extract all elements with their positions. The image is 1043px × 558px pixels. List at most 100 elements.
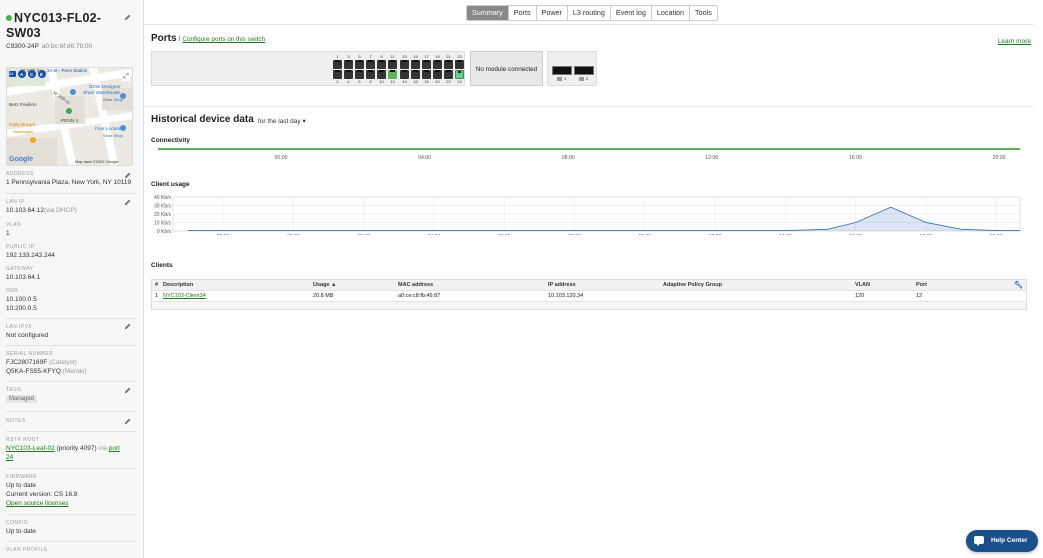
cell-port: 12: [916, 293, 923, 299]
switch-port-20[interactable]: [433, 70, 442, 79]
divider: [6, 411, 136, 412]
tab-summary[interactable]: Summary: [467, 6, 509, 20]
rstp-port-link[interactable]: port: [109, 445, 120, 452]
device-model: C9300-24P: [6, 43, 39, 50]
vlan-profile-section: VLAN PROFILE: [6, 547, 136, 554]
edit-notes-icon[interactable]: [125, 418, 131, 424]
sfp-block: 1 2: [547, 51, 597, 86]
switch-port-11[interactable]: [388, 60, 397, 69]
switch-port-1[interactable]: [333, 60, 342, 69]
lan-ip-sub: (via DHCP): [43, 207, 77, 214]
cell-number: 1: [155, 293, 159, 299]
tab-event-log[interactable]: Event log: [610, 6, 652, 20]
switch-port-7[interactable]: [366, 60, 375, 69]
lan-ipv6-value: Not configured: [6, 332, 49, 339]
open-source-licenses-link[interactable]: Open source licenses: [6, 500, 69, 507]
learn-more-link[interactable]: Learn more: [998, 38, 1031, 45]
col-ip[interactable]: IP address: [548, 280, 576, 291]
edit-tags-icon[interactable]: [125, 387, 131, 393]
configure-ports-link[interactable]: Configure ports on this switch: [182, 36, 265, 43]
tag-managed[interactable]: Managed: [6, 395, 38, 403]
tab-l3-routing[interactable]: L3 routing: [567, 6, 611, 20]
switch-port-6[interactable]: [355, 70, 364, 79]
switch-port-10[interactable]: [377, 70, 386, 79]
edit-name-icon[interactable]: [125, 14, 131, 20]
switch-port-23[interactable]: [455, 60, 464, 69]
table-row[interactable]: 1 NYC103-Client34 20.8 MB a0:ce:c8:fb:46…: [152, 291, 1026, 302]
lan-ip-section: LAN IP 10.103.64.12(via DHCP): [6, 199, 136, 215]
help-center-button[interactable]: Help Center: [966, 530, 1038, 552]
edit-ipv6-icon[interactable]: [125, 323, 131, 329]
tab-ports[interactable]: Ports: [508, 6, 537, 20]
dns-section: DNS 10.100.0.5 10.200.0.5: [6, 288, 136, 313]
public-ip-label: PUBLIC IP: [6, 244, 35, 250]
device-title: NYC013-FL02- SW03: [0, 0, 143, 41]
switch-port-24[interactable]: [455, 70, 464, 79]
switch-port-2[interactable]: [333, 70, 342, 79]
switch-port-22[interactable]: [444, 70, 453, 79]
chart-x-tick-label: 06:00: [498, 234, 511, 235]
col-mac[interactable]: MAC address: [398, 280, 433, 291]
port-number-top: 23: [457, 54, 462, 59]
rstp-section: RSTP ROOT NYC103-Leaf-02 (priority 4097)…: [6, 437, 136, 462]
firmware-section: FIRMWARE Up to date Current version: CS …: [6, 474, 136, 508]
tab-power[interactable]: Power: [536, 6, 568, 20]
config-status: Up to date: [6, 528, 36, 535]
time-range-select[interactable]: for the last day ▾: [258, 117, 306, 125]
client-link[interactable]: NYC103-Client34: [163, 291, 206, 302]
location-map[interactable]: 34 A C E W 34th St 34 St - Penn Station …: [6, 67, 133, 166]
switch-port-16[interactable]: [411, 70, 420, 79]
switch-port-9[interactable]: [377, 60, 386, 69]
cell-mac: a0:ce:c8:fb:46:87: [398, 293, 441, 299]
sfp-port-2[interactable]: [574, 66, 594, 75]
port-number-bottom: 6: [358, 79, 361, 84]
edit-ip-icon[interactable]: [125, 199, 131, 205]
device-model-row: C9300-24P a0:bc:6f:d6:7b:00: [0, 41, 143, 50]
switch-port-12[interactable]: [388, 70, 397, 79]
rstp-port-number-link[interactable]: 24: [6, 454, 13, 461]
chart-x-tick-label: 22:00: [217, 234, 230, 235]
chart-x-tick-label: 02:00: [357, 234, 370, 235]
sfp-port-1[interactable]: [552, 66, 572, 75]
gateway-section: GATEWAY 10.103.64.1: [6, 266, 136, 282]
tab-location[interactable]: Location: [651, 6, 691, 20]
col-usage[interactable]: Usage ▲: [313, 280, 336, 291]
tab-tools[interactable]: Tools: [690, 6, 717, 20]
rstp-root-link[interactable]: NYC103-Leaf-02: [6, 445, 55, 452]
switch-port-8[interactable]: [366, 70, 375, 79]
col-description[interactable]: Description: [163, 280, 193, 291]
switch-port-19[interactable]: [433, 60, 442, 69]
fullscreen-icon[interactable]: ⤢: [122, 73, 130, 81]
divider: [6, 541, 136, 542]
switch-port-13[interactable]: [400, 60, 409, 69]
switch-port-3[interactable]: [344, 60, 353, 69]
col-port[interactable]: Port: [916, 280, 927, 291]
chart-x-tick-label: 20:00: [990, 234, 1003, 235]
switch-port-4[interactable]: [344, 70, 353, 79]
switch-port-15[interactable]: [411, 60, 420, 69]
switch-port-18[interactable]: [422, 70, 431, 79]
switch-faceplate: 1 2 3 4 5 6 7 8 9 10 11 12 13 14 15 16 17 18 19 20 21 22 23 24: [151, 51, 465, 86]
address-value: 1 Pennsylvania Plaza, New York, NY 10119: [6, 179, 132, 186]
col-number[interactable]: #: [155, 280, 158, 291]
clients-table: # Description Usage ▲ MAC address IP add…: [151, 279, 1027, 310]
cell-vlan: 120: [855, 293, 865, 299]
port-number-top: 19: [435, 54, 440, 59]
chart-x-tick-label: 10:00: [639, 234, 652, 235]
connectivity-bar[interactable]: [158, 148, 1020, 150]
switch-port-17[interactable]: [422, 60, 431, 69]
wrench-icon[interactable]: 🔧︎: [1014, 280, 1023, 291]
map-label-burger2: Hamburger: [13, 129, 34, 134]
client-usage-chart[interactable]: 0 Kb/s 10 Kb/s 20 Kb/s 30 Kb/s 40 Kb/s 22:00 0…: [151, 195, 1031, 235]
col-vlan[interactable]: VLAN: [855, 280, 870, 291]
port-number-top: 13: [402, 54, 407, 59]
connectivity-tick-label: 20:00: [992, 155, 1006, 161]
col-policy-group[interactable]: Adaptive Policy Group: [663, 280, 722, 291]
switch-port-5[interactable]: [355, 60, 364, 69]
cell-usage: 20.8 MB: [313, 293, 334, 299]
edit-address-icon[interactable]: [125, 172, 131, 178]
chat-icon: [974, 536, 984, 546]
config-label: CONFIG: [6, 520, 29, 526]
switch-port-21[interactable]: [444, 60, 453, 69]
switch-port-14[interactable]: [400, 70, 409, 79]
